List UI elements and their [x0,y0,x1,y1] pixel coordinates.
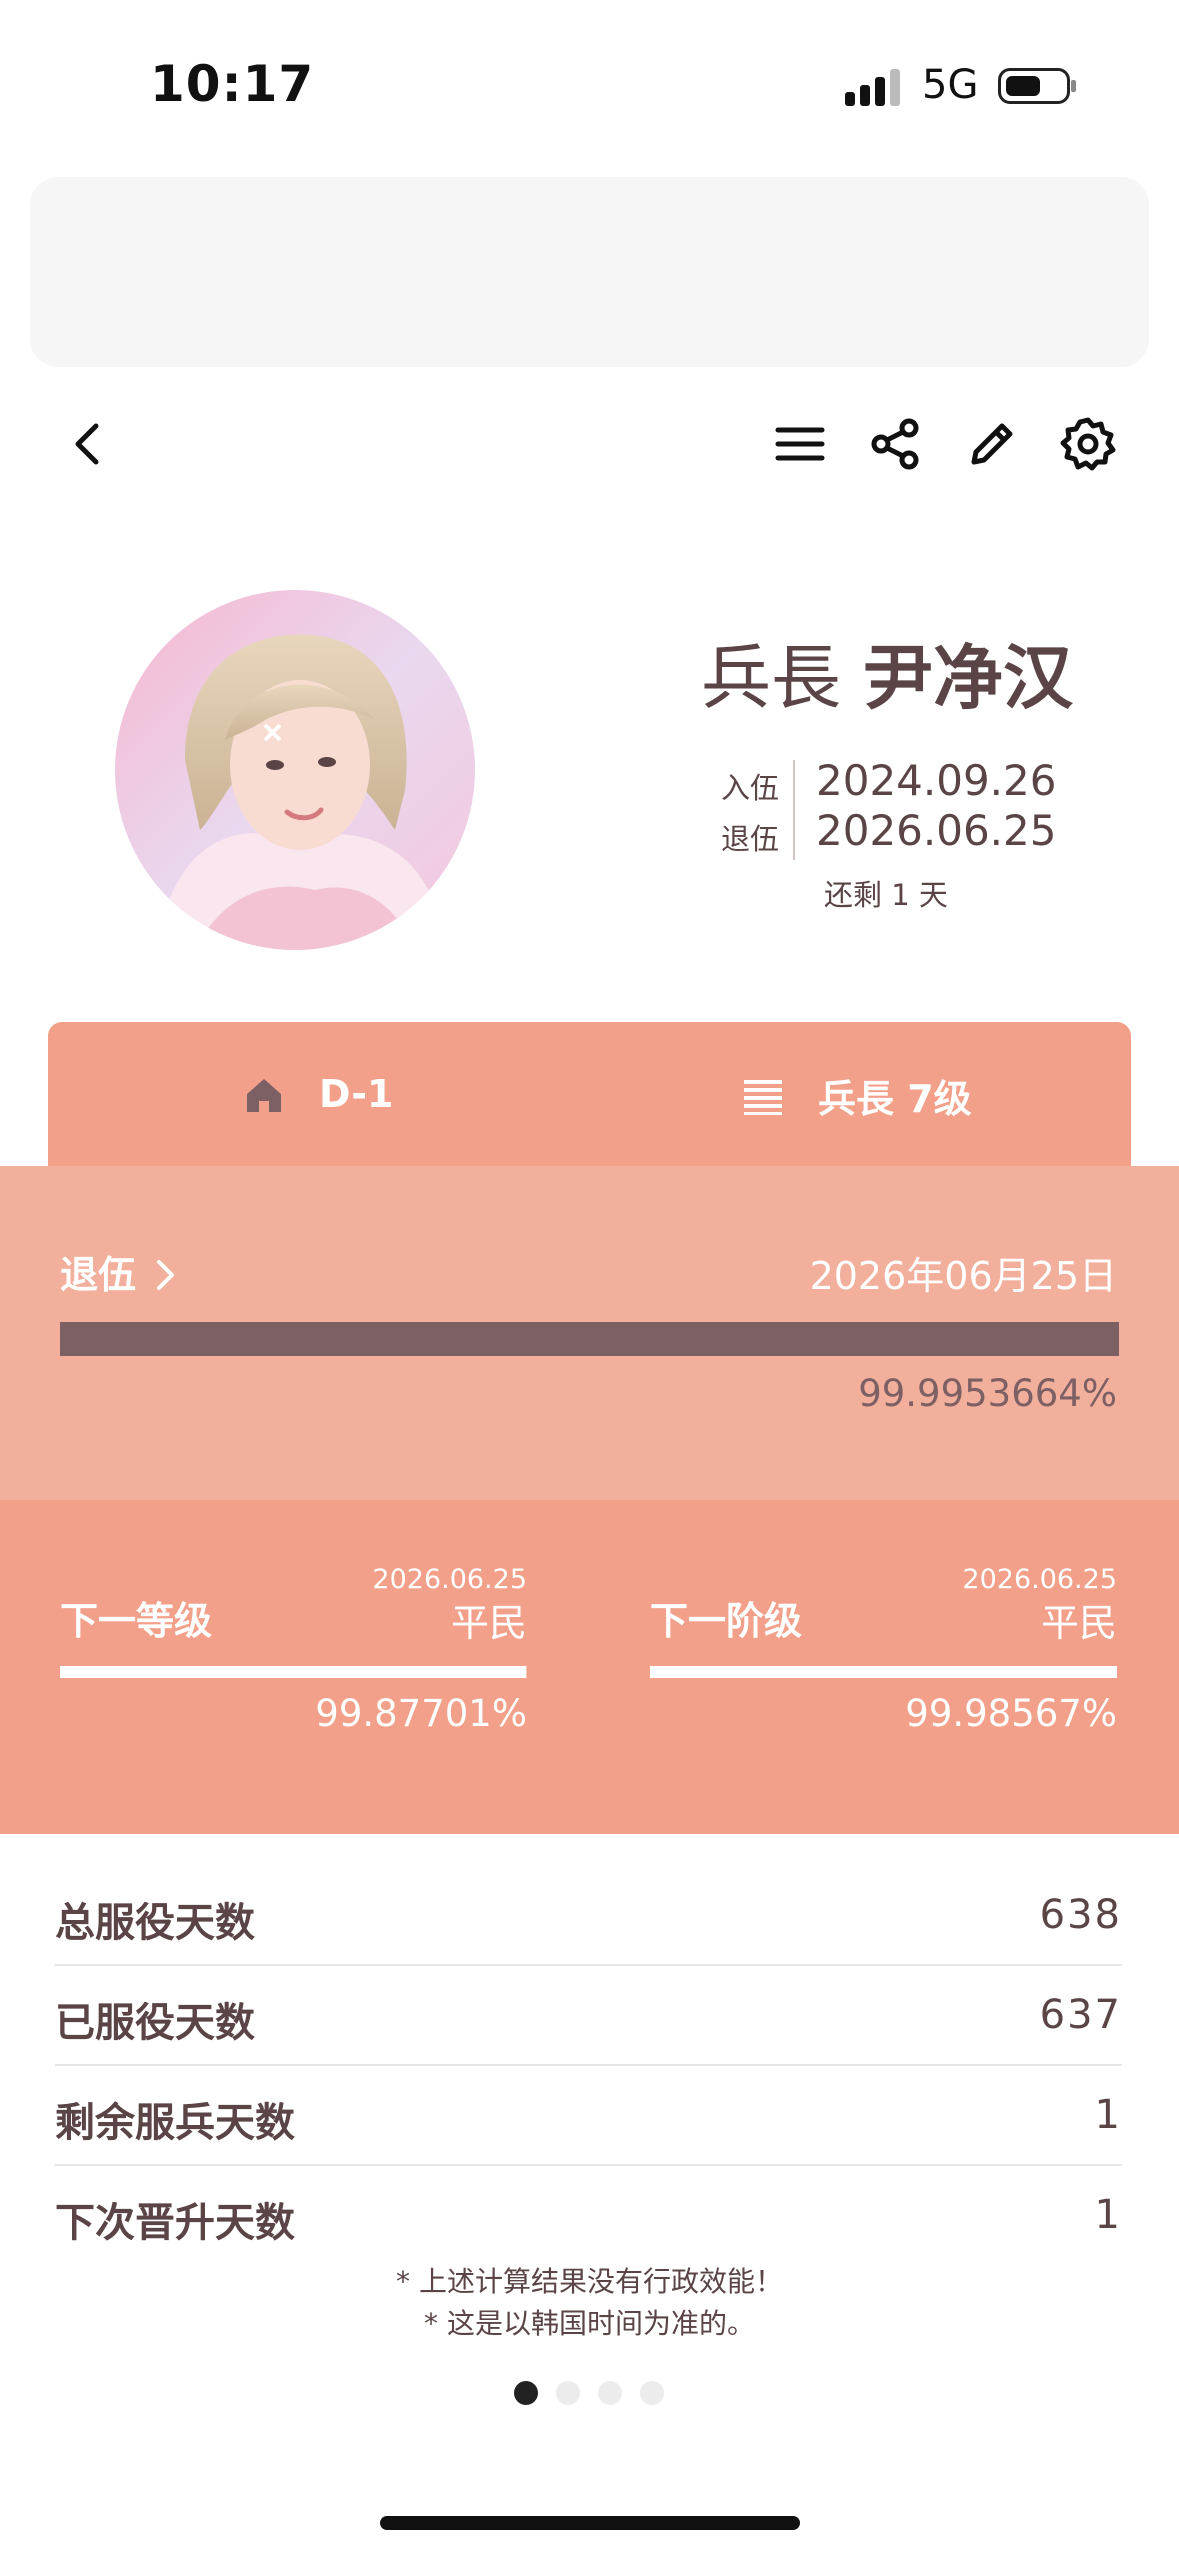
discharge-date: 2026.06.25 [816,806,1057,855]
pagination-dot[interactable] [640,2381,664,2405]
next-grade-progress-fill [60,1666,527,1678]
chevron-left-icon[interactable] [58,414,118,474]
home-icon [247,1079,281,1112]
next-grade-label: 下一等级 [60,1599,213,1643]
tab-d-day-label: D-1 [319,1072,394,1116]
remaining-days-text: 还剩 1 天 [824,878,948,912]
share-icon[interactable] [865,414,925,474]
stat-value: 1 [1094,2092,1122,2138]
pagination-dot[interactable] [556,2381,580,2405]
enlist-label: 入伍 [720,771,779,805]
stat-label: 剩余服兵天数 [55,2100,295,2146]
discharge-link[interactable]: 退伍 [60,1244,179,1299]
pagination-dot[interactable] [514,2381,538,2405]
banner-ad-placeholder[interactable] [30,177,1149,367]
stat-row-next-promotion-days: 下次晋升天数 1 [55,2164,1122,2264]
soldier-name: 尹净汉 [863,637,1073,719]
stat-label: 总服役天数 [55,1900,255,1946]
enlist-date: 2024.09.26 [816,756,1057,805]
battery-icon [998,68,1076,104]
disclaimer-note: * 上述计算结果没有行政效能！ [396,2265,783,2298]
pagination-dot[interactable] [598,2381,622,2405]
next-grade-target: 平民 [450,1601,527,1645]
next-stage-date: 2026.06.25 [962,1564,1117,1595]
home-indicator [380,2516,800,2530]
next-stage-label: 下一阶级 [650,1599,803,1643]
discharge-progress-percent: 99.9953664% [858,1372,1117,1415]
discharge-progress-fill [60,1322,1119,1356]
stat-label: 已服役天数 [55,2000,255,2046]
discharge-full-date: 2026年06月25日 [809,1254,1117,1298]
discharge-progress-bar [60,1322,1119,1356]
stat-row-total-days: 总服役天数 638 [55,1864,1122,1966]
next-stage-percent: 99.98567% [905,1692,1117,1735]
tab-rank-label: 兵長 7级 [818,1077,972,1121]
status-time: 10:17 [150,55,315,113]
chevron-right-icon [157,1260,175,1290]
stat-value: 637 [1039,1992,1122,2038]
gear-icon[interactable] [1058,414,1118,474]
discharge-label: 退伍 [720,822,779,856]
discharge-link-label: 退伍 [60,1253,137,1297]
stat-value: 1 [1094,2192,1122,2238]
date-divider [793,760,795,860]
avatar [115,590,475,950]
next-grade-progress-bar [60,1666,527,1678]
signal-icon [845,69,900,106]
stat-value: 638 [1039,1892,1122,1938]
rank-name-heading: 兵長 尹净汉 [701,622,1073,723]
next-stage-progress-fill [650,1666,1117,1678]
next-stage-progress-bar [650,1666,1117,1678]
stat-row-served-days: 已服役天数 637 [55,1964,1122,2066]
stat-row-remaining-days: 剩余服兵天数 1 [55,2064,1122,2166]
list-icon [744,1080,782,1115]
next-stage-target: 平民 [1040,1601,1117,1645]
network-label: 5G [922,62,979,108]
next-grade-date: 2026.06.25 [372,1564,527,1595]
timezone-note: * 这是以韩国时间为准的。 [424,2307,755,2340]
pencil-icon[interactable] [962,414,1022,474]
hamburger-menu-icon[interactable] [770,414,830,474]
next-grade-percent: 99.87701% [315,1692,527,1735]
stat-label: 下次晋升天数 [55,2200,295,2246]
rank-label: 兵長 [701,637,841,719]
